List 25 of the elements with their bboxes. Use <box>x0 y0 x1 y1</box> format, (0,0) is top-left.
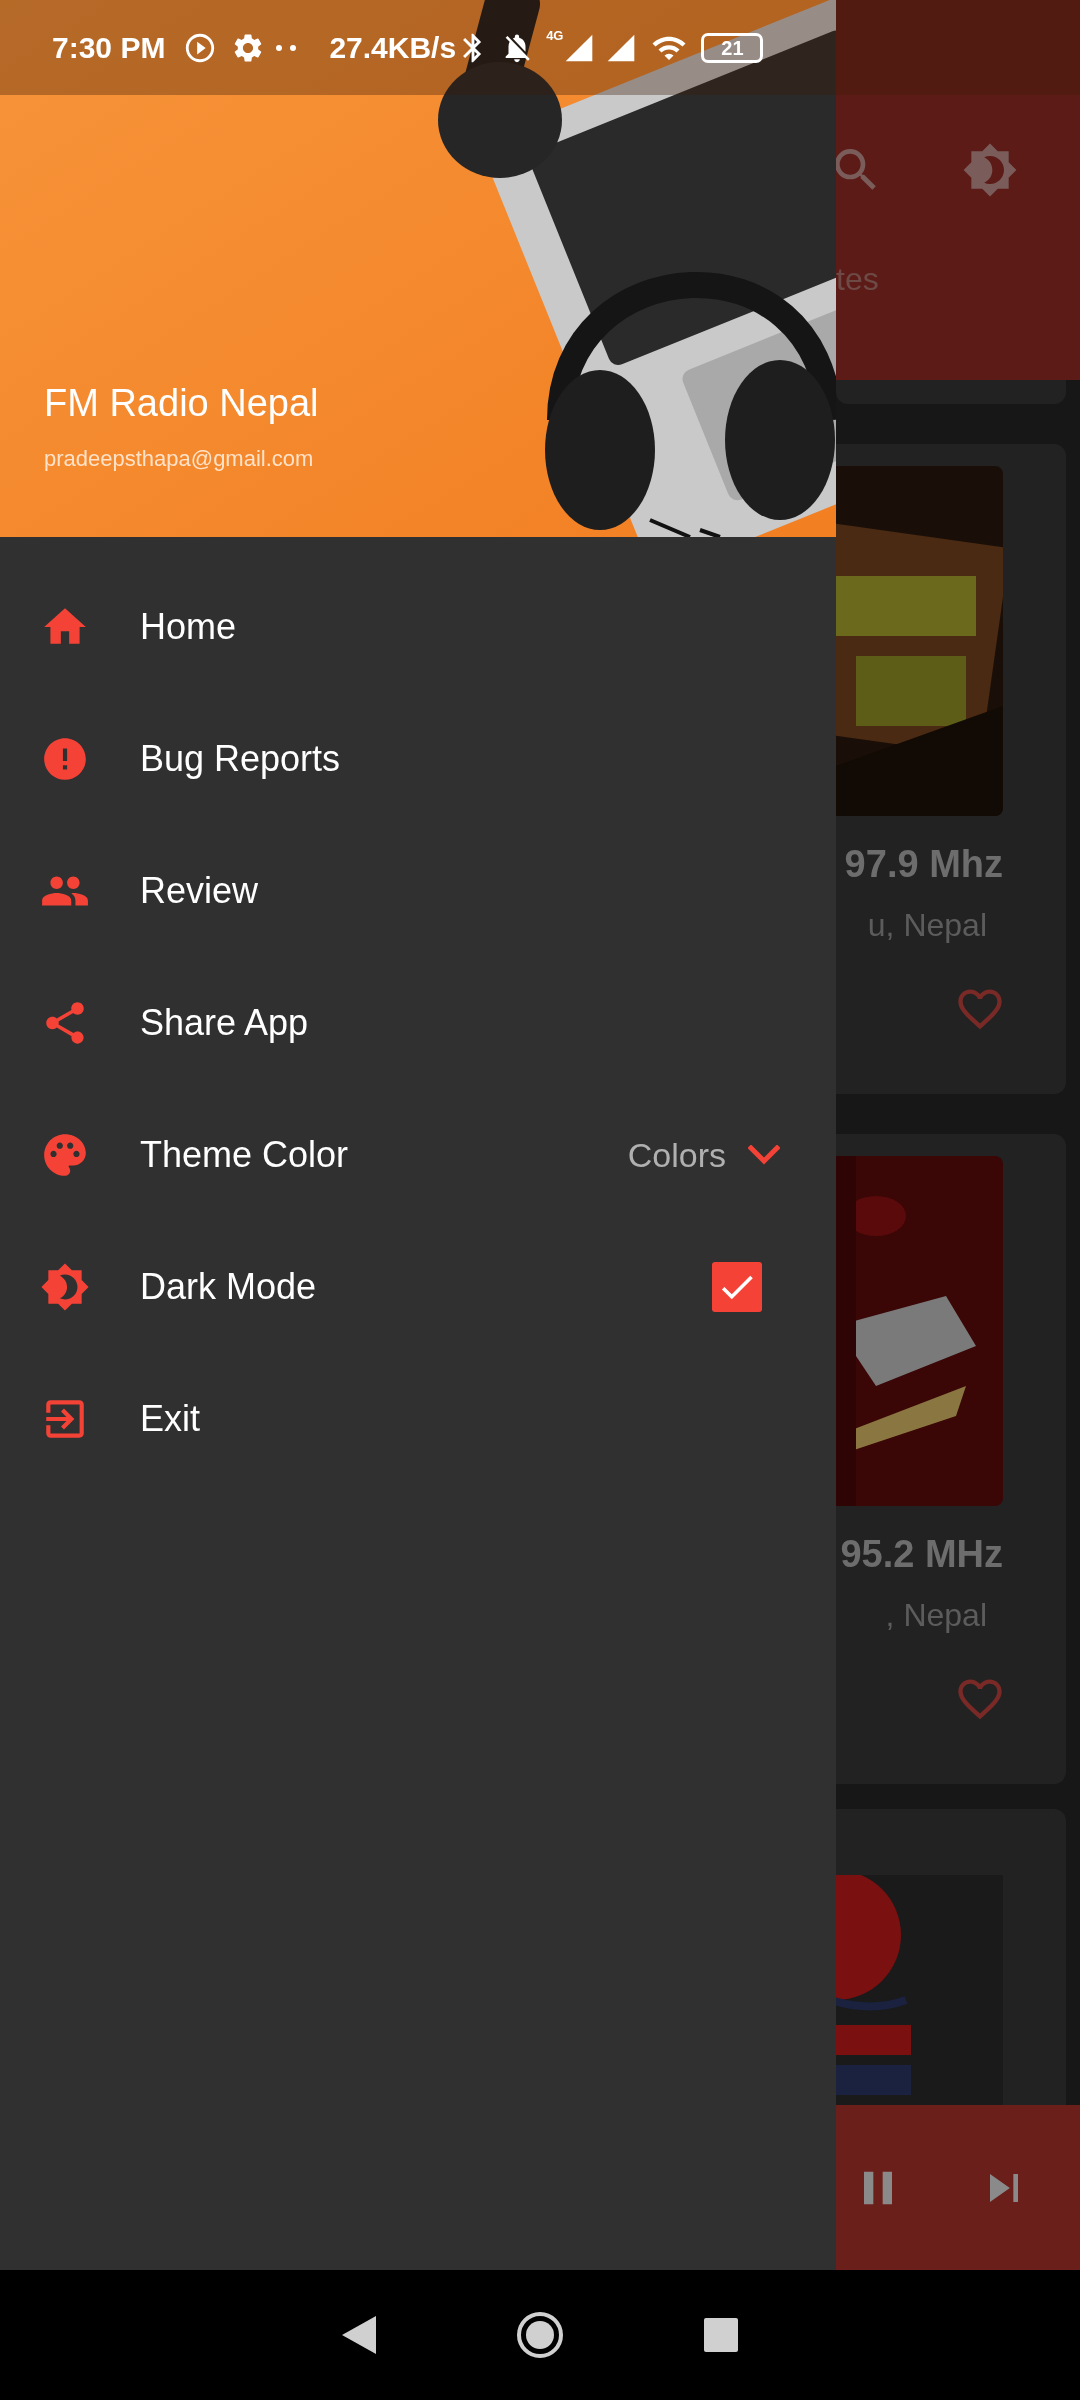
menu-item[interactable]: Bug Reports <box>0 693 836 825</box>
theme-color-dropdown[interactable]: Colors <box>627 1129 780 1181</box>
menu-item[interactable]: Dark Mode <box>0 1221 836 1353</box>
menu-item[interactable]: Home <box>0 561 836 693</box>
menu-label: Bug Reports <box>140 737 341 781</box>
station-location: u, Nepal <box>866 906 988 945</box>
menu-label: Review <box>140 869 259 913</box>
menu-item[interactable]: Share App <box>0 957 836 1089</box>
back-icon[interactable] <box>342 2316 376 2354</box>
dark-mode-icon <box>40 1262 90 1312</box>
home-button-icon[interactable] <box>516 2311 564 2359</box>
menu-label: Dark Mode <box>140 1265 317 1309</box>
menu-item[interactable]: Exit <box>0 1353 836 1485</box>
chevron-down-icon <box>748 1145 780 1165</box>
dark-mode-checkbox[interactable] <box>712 1262 762 1312</box>
menu-label: Home <box>140 605 237 649</box>
brightness-icon[interactable] <box>962 142 1018 198</box>
menu-label: Exit <box>140 1397 200 1441</box>
station-frequency: 97.9 Mhz <box>843 842 1003 887</box>
menu-label: Theme Color <box>140 1133 349 1177</box>
station-location: , Nepal <box>884 1596 988 1635</box>
station-frequency: 95.2 MHz <box>839 1532 1003 1577</box>
menu-item[interactable]: Review <box>0 825 836 957</box>
menu-item[interactable]: Theme Color Colors <box>0 1089 836 1221</box>
menu-label: Share App <box>140 1001 309 1045</box>
